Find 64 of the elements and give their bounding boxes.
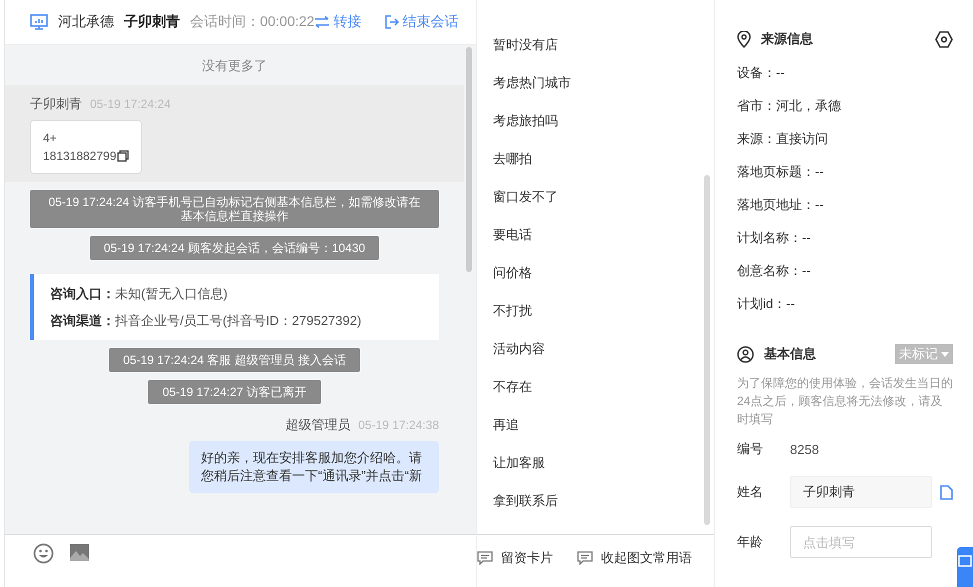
sender-name: 超级管理员	[285, 416, 350, 434]
message-time: 05-19 17:24:38	[358, 418, 439, 432]
system-message: 05-19 17:24:27 访客已离开	[148, 380, 321, 404]
source-field: 创意名称：--	[737, 254, 953, 287]
sender-name: 子卯刺青	[30, 95, 82, 113]
message-icon	[577, 551, 593, 565]
visitor-location: 河北承德	[58, 13, 114, 31]
field-label: 年龄	[737, 533, 764, 551]
quick-reply-item[interactable]: 不存在	[477, 368, 714, 406]
quick-reply-item[interactable]: 问价格	[477, 254, 714, 292]
scrollbar[interactable]	[466, 47, 472, 272]
quick-reply-item[interactable]: 考虑旅拍吗	[477, 102, 714, 140]
section-title: 基本信息	[764, 345, 816, 363]
quick-reply-item[interactable]: 活动内容	[477, 330, 714, 368]
quick-reply-item[interactable]: 去哪拍	[477, 140, 714, 178]
swap-arrows-icon	[314, 16, 330, 28]
user-icon	[737, 346, 754, 362]
age-field[interactable]: 点击填写	[790, 526, 932, 558]
location-pin-icon	[737, 30, 751, 48]
visitor-name: 子卯刺青	[124, 13, 180, 31]
name-field[interactable]: 子卯刺青	[790, 476, 932, 508]
field-value: 抖音企业号/员工号(抖音号ID：279527392)	[114, 313, 362, 328]
quick-reply-item[interactable]: 暂时没有店	[477, 26, 714, 64]
edit-notice: 为了保障您的使用体验，会话发生当日的24点之后，顾客信息将无法修改，请及时填写	[737, 375, 953, 428]
footer-button[interactable]: 收起图文常用语	[577, 549, 692, 567]
message-bubble: 好的亲，现在安排客服加您介绍哈。请您稍后注意查看一下“通讯录”并点击“新	[189, 441, 439, 493]
section-title: 来源信息	[761, 30, 813, 48]
source-field: 落地页标题：--	[737, 155, 953, 188]
caret-icon	[941, 352, 949, 356]
field-label: 编号	[737, 440, 764, 458]
message-icon	[477, 551, 493, 565]
quick-reply-item[interactable]: 考虑热门城市	[477, 64, 714, 102]
quick-reply-item[interactable]: 窗口发不了	[477, 178, 714, 216]
source-field: 设备：--	[737, 56, 953, 89]
quick-reply-item[interactable]: 让加客服	[477, 444, 714, 482]
field-label: 姓名	[737, 483, 764, 501]
quick-reply-item[interactable]: 不打扰	[477, 292, 714, 330]
field-value: 未知(暂无入口信息)	[114, 286, 228, 301]
system-message: 05-19 17:24:24 访客手机号已自动标记右侧基本信息栏，如需修改请在基本信息栏直接操作	[30, 190, 439, 228]
source-field: 来源：直接访问	[737, 122, 953, 155]
scrollbar[interactable]	[704, 175, 710, 525]
system-message: 05-19 17:24:24 客服 超级管理员 接入会话	[109, 348, 360, 372]
monitor-icon	[30, 14, 48, 30]
settings-icon[interactable]	[935, 30, 953, 48]
field-label: 咨询入口：	[50, 286, 115, 301]
quick-reply-item[interactable]: 拿到联系后	[477, 482, 714, 520]
no-more-notice: 没有更多了	[200, 57, 268, 75]
copy-icon[interactable]	[117, 150, 130, 162]
emoji-icon[interactable]	[32, 543, 54, 564]
source-field: 计划名称：--	[737, 221, 953, 254]
customer-number: 8258	[790, 442, 819, 456]
exit-icon	[385, 15, 400, 29]
source-field: 落地页地址：--	[737, 188, 953, 221]
quick-reply-item[interactable]: 要电话	[477, 216, 714, 254]
session-duration: 会话时间：00:00:22	[190, 13, 314, 31]
system-message: 05-19 17:24:24 顾客发起会话，会话编号：10430	[90, 236, 380, 260]
footer-button[interactable]: 留资卡片	[477, 549, 553, 567]
source-field: 计划id：--	[737, 287, 953, 320]
source-field: 省市：河北，承德	[737, 89, 953, 122]
quick-reply-item[interactable]: 再追	[477, 406, 714, 444]
message-bubble: 4+ 18131882799	[30, 120, 142, 174]
image-icon[interactable]	[68, 543, 90, 562]
floating-button[interactable]	[957, 547, 973, 587]
field-label: 咨询渠道：	[50, 313, 115, 328]
